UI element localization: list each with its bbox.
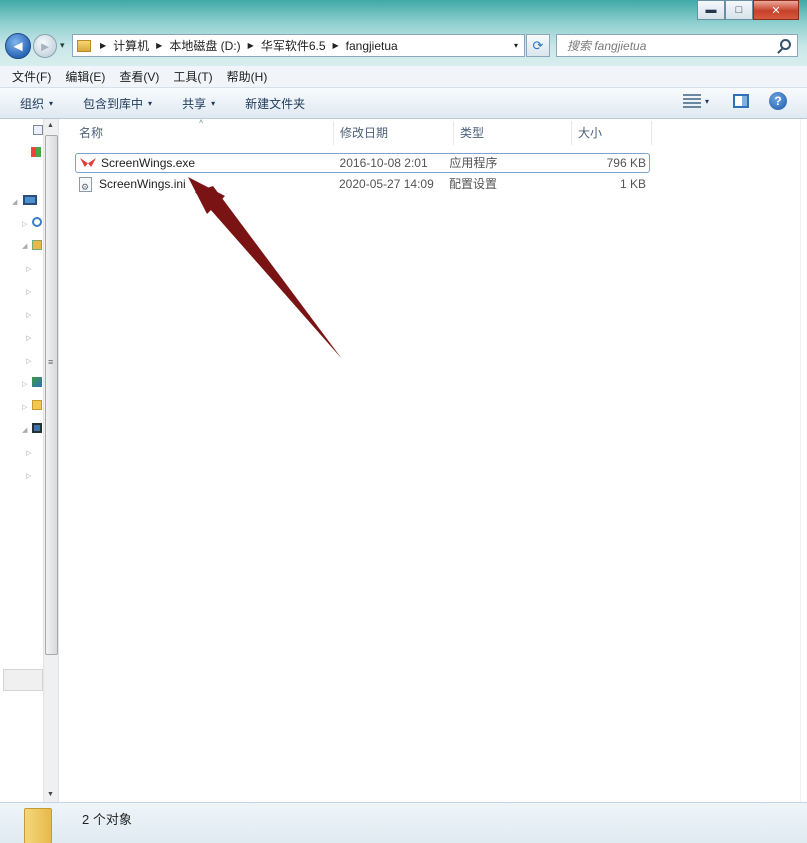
file-name: ScreenWings.exe <box>101 156 196 170</box>
address-dropdown-icon[interactable]: ▾ <box>508 35 524 56</box>
scrollbar-thumb[interactable]: ≡ <box>45 135 58 655</box>
file-modified: 2020-05-27 14:09 <box>339 177 434 191</box>
column-header-size[interactable]: 大小 <box>572 121 652 145</box>
title-bar: ▬ □ ✕ ◄ ► ▾ ▶ 计算机 ▶ 本地磁盘 (D:) ▶ 华军软件6.5 … <box>0 0 807 66</box>
chevron-down-icon: ▾ <box>49 98 54 108</box>
maximize-icon[interactable]: □ <box>725 0 753 20</box>
status-bar: 2 个对象 <box>0 802 807 843</box>
scroll-down-arrow-icon[interactable]: ▼ <box>47 791 54 798</box>
column-header-modified[interactable]: 修改日期 <box>334 121 454 145</box>
file-name-cell[interactable]: ScreenWings.ini <box>75 174 324 197</box>
window-controls: ▬ □ ✕ <box>697 0 799 20</box>
toolbar-right-group: ▾ ? <box>682 92 787 110</box>
nav-pane-horizontal-scroll[interactable] <box>3 669 43 691</box>
cloud-drive-icon[interactable] <box>32 217 42 227</box>
expand-arrow-icon[interactable]: ▷ <box>26 334 31 342</box>
expand-arrow-icon[interactable]: ▷ <box>26 449 31 457</box>
address-bar[interactable]: ▶ 计算机 ▶ 本地磁盘 (D:) ▶ 华军软件6.5 ▶ fangjietua… <box>72 34 525 57</box>
folder-icon[interactable] <box>32 400 42 410</box>
column-headers: 名称 修改日期 类型 大小 <box>73 121 652 145</box>
scroll-up-arrow-icon[interactable]: ▲ <box>47 122 54 129</box>
drive-icon[interactable] <box>32 240 42 250</box>
share-button[interactable]: 共享 ▾ <box>174 95 223 112</box>
file-list-pane: 名称 修改日期 类型 大小 ˄ ScreenWings.exe 2016-10-… <box>59 119 807 802</box>
screenwings-app-icon <box>80 157 96 169</box>
menu-view[interactable]: 查看(V) <box>112 68 166 85</box>
minimize-icon[interactable]: ▬ <box>697 0 725 20</box>
grip-icon: ≡ <box>48 357 54 367</box>
network-computer-icon[interactable] <box>32 423 42 433</box>
organize-label: 组织 <box>20 96 45 111</box>
file-size: 796 KB <box>606 156 646 170</box>
expand-arrow-icon[interactable]: ▷ <box>22 220 27 228</box>
new-folder-button[interactable]: 新建文件夹 <box>237 95 313 112</box>
menu-edit[interactable]: 编辑(E) <box>58 68 112 85</box>
sort-ascending-icon: ˄ <box>199 119 204 126</box>
breadcrumb-fangjietua[interactable]: fangjietua <box>346 39 398 53</box>
menu-tools[interactable]: 工具(T) <box>166 68 219 85</box>
folder-icon <box>24 808 52 843</box>
close-icon[interactable]: ✕ <box>753 0 799 20</box>
breadcrumb-computer[interactable]: 计算机 <box>113 37 149 54</box>
file-modified: 2016-10-08 2:01 <box>339 156 428 170</box>
breadcrumb-separator-icon[interactable]: ▶ <box>248 41 254 50</box>
search-icon[interactable] <box>780 39 791 50</box>
breadcrumb-separator-icon[interactable]: ▶ <box>333 41 339 50</box>
recent-pages-chevron-icon[interactable]: ▾ <box>60 40 65 51</box>
file-type: 配置设置 <box>449 177 498 191</box>
share-label: 共享 <box>182 96 207 111</box>
forward-arrow-icon[interactable]: ► <box>33 34 57 58</box>
file-row[interactable]: ScreenWings.ini 2020-05-27 14:09 配置设置 1 … <box>75 174 650 197</box>
expand-arrow-icon[interactable]: ▷ <box>22 403 27 411</box>
file-type: 应用程序 <box>449 156 498 170</box>
expand-arrow-icon[interactable]: ◢ <box>22 242 27 250</box>
breadcrumb-separator-icon[interactable]: ▶ <box>156 41 162 50</box>
expand-arrow-icon[interactable]: ▷ <box>26 265 31 273</box>
folder-icon <box>77 39 91 52</box>
breadcrumb-huajun-software[interactable]: 华军软件6.5 <box>261 37 326 54</box>
network-icon[interactable] <box>33 125 43 135</box>
item-count: 2 个对象 <box>82 812 132 827</box>
file-size: 1 KB <box>619 177 646 191</box>
breadcrumb-separator-icon[interactable]: ▶ <box>100 41 106 50</box>
chevron-down-icon[interactable]: ▾ <box>705 97 709 106</box>
expand-arrow-icon[interactable]: ▷ <box>22 380 27 388</box>
refresh-icon[interactable]: ⟳ <box>526 34 550 57</box>
menu-file[interactable]: 文件(F) <box>5 68 58 85</box>
breadcrumb-local-disk[interactable]: 本地磁盘 (D:) <box>169 37 240 54</box>
computer-icon[interactable] <box>23 195 37 205</box>
include-in-library-button[interactable]: 包含到库中 ▾ <box>75 95 160 112</box>
expand-arrow-icon[interactable]: ▷ <box>26 288 31 296</box>
include-in-library-label: 包含到库中 <box>83 96 144 111</box>
column-header-name[interactable]: 名称 <box>73 121 334 145</box>
expand-arrow-icon[interactable]: ◢ <box>22 426 27 434</box>
content-right-edge <box>800 119 807 802</box>
help-icon[interactable]: ? <box>769 92 787 110</box>
windows-flag-icon[interactable] <box>31 147 41 157</box>
back-arrow-icon[interactable]: ◄ <box>5 33 31 59</box>
new-folder-label: 新建文件夹 <box>245 96 306 111</box>
config-file-icon <box>79 176 92 197</box>
navigation-pane: ◢ ▷ ◢ ▷ ▷ ▷ ▷ ▷ ▷ ▷ ◢ ▷ ▷ ▲ ≡ ▼ <box>0 119 59 802</box>
expand-arrow-icon[interactable]: ▷ <box>26 472 31 480</box>
menu-help[interactable]: 帮助(H) <box>220 68 275 85</box>
view-options-icon[interactable] <box>682 94 701 108</box>
nav-pane-scrollbar[interactable]: ▲ ≡ ▼ <box>43 119 58 802</box>
column-header-type[interactable]: 类型 <box>454 121 572 145</box>
search-box[interactable] <box>556 34 798 57</box>
file-row[interactable]: ScreenWings.exe 2016-10-08 2:01 应用程序 796… <box>75 153 650 173</box>
network-shares-icon[interactable] <box>32 377 42 387</box>
preview-pane-icon[interactable] <box>733 94 749 108</box>
search-input[interactable] <box>557 35 767 56</box>
expand-arrow-icon[interactable]: ▷ <box>26 311 31 319</box>
organize-button[interactable]: 组织 ▾ <box>12 95 61 112</box>
chevron-down-icon: ▾ <box>148 98 153 108</box>
file-name-cell[interactable]: ScreenWings.exe <box>76 153 325 173</box>
chevron-down-icon: ▾ <box>211 98 216 108</box>
menu-bar: 文件(F) 编辑(E) 查看(V) 工具(T) 帮助(H) <box>0 66 807 88</box>
file-name: ScreenWings.ini <box>99 177 186 191</box>
expand-arrow-icon[interactable]: ▷ <box>26 357 31 365</box>
expand-arrow-icon[interactable]: ◢ <box>12 198 17 206</box>
command-bar: 组织 ▾ 包含到库中 ▾ 共享 ▾ 新建文件夹 ▾ ? <box>0 88 807 119</box>
